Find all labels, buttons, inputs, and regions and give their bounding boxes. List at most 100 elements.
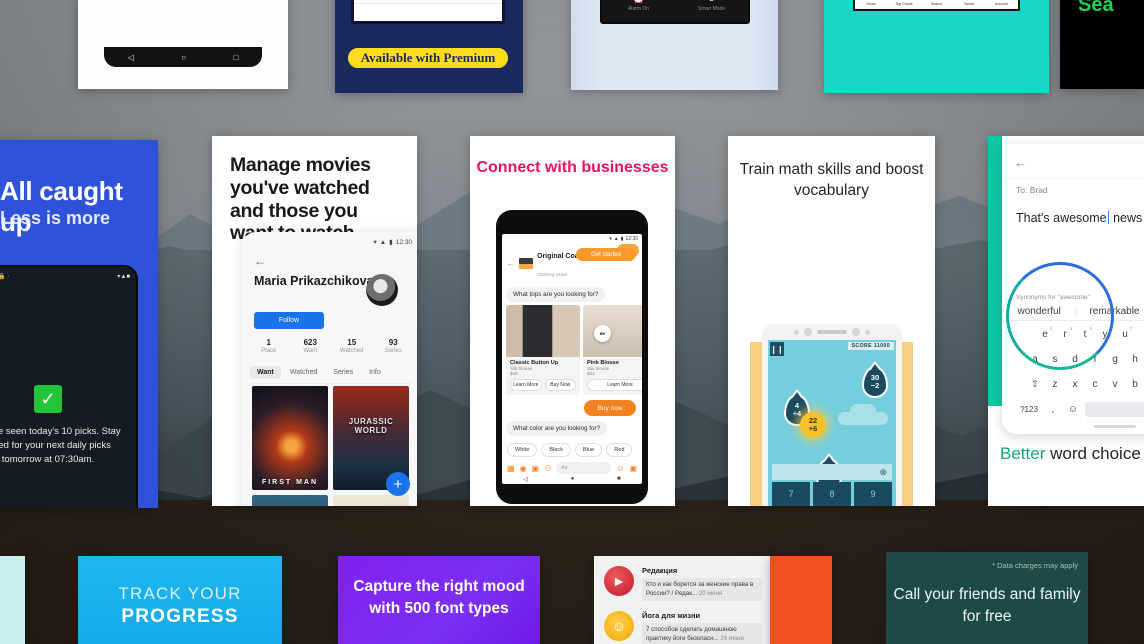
tab-watched[interactable]: Watched <box>283 366 324 379</box>
movie-poster[interactable]: 大 <box>333 495 409 506</box>
list-item[interactable]: ☺ Йога для жизни 7 способов сделать дома… <box>594 601 770 644</box>
key-a[interactable]: a <box>1027 351 1043 368</box>
screenshot-card-mint[interactable] <box>0 556 25 644</box>
key-f[interactable]: f <box>1087 351 1103 368</box>
screenshot-card-all-caught-up[interactable]: All caught up Less is more 9:43 ⚙ ● ☉ 🔒 … <box>0 140 158 508</box>
message-input[interactable]: Aa <box>556 462 612 474</box>
key-u[interactable]: 7u <box>1117 326 1133 343</box>
key-d[interactable]: d <box>1067 351 1083 368</box>
screenshot-card-books-app[interactable]: — FLOWERS — Yuval Noah Harari Sapiens A … <box>824 0 1049 93</box>
color-chip-black[interactable]: Black <box>541 443 571 457</box>
key-g[interactable]: g <box>1107 351 1123 368</box>
smart-mode-option[interactable]: 8 Smart Mode <box>675 0 748 12</box>
math-sun[interactable]: 22 +6 <box>800 412 826 438</box>
recipient-field[interactable]: To: Brad <box>1002 178 1144 201</box>
key-y[interactable]: 6y <box>1097 326 1113 343</box>
screenshot-card-video-feed[interactable]: ► Редакция Кто и как борется за женские … <box>594 556 770 644</box>
screenshot-card-track-progress[interactable]: TRACK YOUR PROGRESS <box>78 556 282 644</box>
symbols-key[interactable]: ?123 <box>1017 401 1041 418</box>
screenshot-card-connect-businesses[interactable]: Connect with businesses ▾ ▲ ▮ 12:30 ← Or… <box>470 136 675 506</box>
emoji-icon[interactable]: ☺ <box>616 464 624 473</box>
alarm-on-option[interactable]: ⏰ Alarm On <box>602 0 675 12</box>
emoji-icon[interactable]: ☺ <box>1065 401 1081 418</box>
nav-back-icon[interactable]: ◁ <box>128 53 134 62</box>
follow-button[interactable]: Follow <box>254 312 324 329</box>
key-c[interactable]: c <box>1087 376 1103 393</box>
answer-field[interactable]: ⊗ <box>772 464 892 480</box>
tab-want[interactable]: Want <box>250 366 281 379</box>
learn-more-button[interactable]: Learn More <box>510 379 542 391</box>
camera-icon[interactable]: ◉ <box>520 464 527 473</box>
key-8[interactable]: 8 <box>813 482 851 506</box>
key-x[interactable]: x <box>1067 376 1083 393</box>
suggestion-wonderful[interactable]: wonderful <box>1002 305 1078 317</box>
share-icon[interactable]: ⇚ <box>594 325 611 342</box>
pause-icon[interactable]: ❙❙ <box>770 342 784 356</box>
product-card[interactable]: Classic Button Up Silk blouse $49 Learn … <box>506 305 580 395</box>
mic-icon[interactable]: ⚇ <box>544 464 551 473</box>
screenshot-card-math-game[interactable]: Train math skills and boost vocabulary ❙… <box>728 136 935 506</box>
shift-icon[interactable]: ⇧ <box>1027 376 1043 393</box>
suggestion-remarkable[interactable]: remarkable <box>1077 306 1144 317</box>
screenshot-card-running-app[interactable]: 7:36 1 2 STOP FINISH ◎ ◁ ○ □ <box>78 0 288 89</box>
product-card[interactable]: Pink Blouse Silk blouse $34 Learn More <box>583 305 642 395</box>
tab-series[interactable]: Series <box>326 366 360 379</box>
news-row[interactable]: Trump's taxes Trump's taxes Democrats re… <box>354 0 502 4</box>
stat-label: Series <box>384 348 402 354</box>
nav-recents-icon[interactable]: □ <box>233 53 238 62</box>
screenshot-card-dark-mode-alarm[interactable]: ☾ ⏰ Alarm On 8 Smart Mode <box>571 0 778 90</box>
screenshot-card-manage-movies[interactable]: Manage movies you've watched and those y… <box>212 136 417 506</box>
key-z[interactable]: z <box>1047 376 1063 393</box>
space-key[interactable] <box>1085 402 1144 417</box>
nav-home[interactable]: ⌂ Home <box>855 0 888 9</box>
list-item[interactable]: ► Редакция Кто и как борется за женские … <box>594 556 770 602</box>
math-drop[interactable]: 30 −2 <box>862 366 888 398</box>
screenshot-card-orange[interactable] <box>770 556 832 644</box>
key-b[interactable]: b <box>1127 376 1143 393</box>
back-arrow-icon[interactable]: ← <box>1014 155 1027 170</box>
movie-poster[interactable]: FIRST MAN <box>252 386 328 490</box>
learn-more-button[interactable]: Learn More <box>587 379 642 391</box>
buy-now-button[interactable]: Buy Now <box>544 379 576 391</box>
nav-account[interactable]: ☺ Account <box>985 0 1018 9</box>
key-r[interactable]: 4r <box>1057 326 1073 343</box>
nav-top-charts[interactable]: ↗ Top Charts <box>888 0 921 9</box>
avatar[interactable] <box>366 274 398 306</box>
key-h[interactable]: h <box>1127 351 1143 368</box>
key-t[interactable]: 5t <box>1077 326 1093 343</box>
color-chip-blue[interactable]: Blue <box>575 443 603 457</box>
nav-recents-icon[interactable]: ■ <box>617 476 621 482</box>
available-with-premium-badge[interactable]: Available with Premium <box>347 47 509 69</box>
key-s[interactable]: s <box>1047 351 1063 368</box>
screenshot-card-font-types[interactable]: Capture the right mood with 500 font typ… <box>338 556 540 644</box>
gallery-icon[interactable]: ▣ <box>532 464 540 473</box>
key-e[interactable]: 3e <box>1037 326 1053 343</box>
key-i[interactable]: 8i <box>1137 326 1144 343</box>
nav-search[interactable]: ⌕ Search <box>920 0 953 9</box>
screenshot-card-call-free[interactable]: * Data charges may apply Call your frien… <box>886 552 1088 644</box>
nav-home-icon[interactable]: ● <box>571 476 575 482</box>
clear-icon[interactable]: ⊗ <box>879 467 887 478</box>
nav-saved[interactable]: ⚑ Saved <box>953 0 986 9</box>
movie-poster[interactable]: FAHRENHEIT 451 <box>252 495 328 506</box>
nav-home-icon[interactable]: ○ <box>181 53 186 62</box>
back-arrow-icon[interactable]: ← <box>506 258 515 268</box>
apps-icon[interactable]: ▦ <box>507 464 515 473</box>
comma-key[interactable]: , <box>1045 401 1061 418</box>
key-7[interactable]: 7 <box>772 482 810 506</box>
screenshot-card-news-premium[interactable]: Show summary ⌄ 12:13 Tesla production sl… <box>335 0 523 93</box>
key-v[interactable]: v <box>1107 376 1123 393</box>
screenshot-card-keyboard-synonyms[interactable]: ← ☌ ➤ To: Brad That's awesome news Synon… <box>988 136 1144 506</box>
screenshot-card-search-dark[interactable]: Sea <box>1060 0 1144 89</box>
get-started-button[interactable]: Get started <box>576 248 636 261</box>
color-chip-white[interactable]: White <box>507 443 538 457</box>
sticker-icon[interactable]: ▣ <box>629 464 637 473</box>
add-button[interactable]: + <box>386 472 410 496</box>
message-body[interactable]: That's awesome news <box>1002 201 1144 235</box>
color-chip-red[interactable]: Red <box>606 443 633 457</box>
tab-info[interactable]: Info <box>362 366 388 379</box>
nav-back-icon[interactable]: ◁ <box>523 476 528 483</box>
buy-now-bubble[interactable]: Buy now <box>584 400 636 416</box>
back-arrow-icon[interactable]: ← <box>254 254 266 268</box>
key-9[interactable]: 9 <box>854 482 892 506</box>
